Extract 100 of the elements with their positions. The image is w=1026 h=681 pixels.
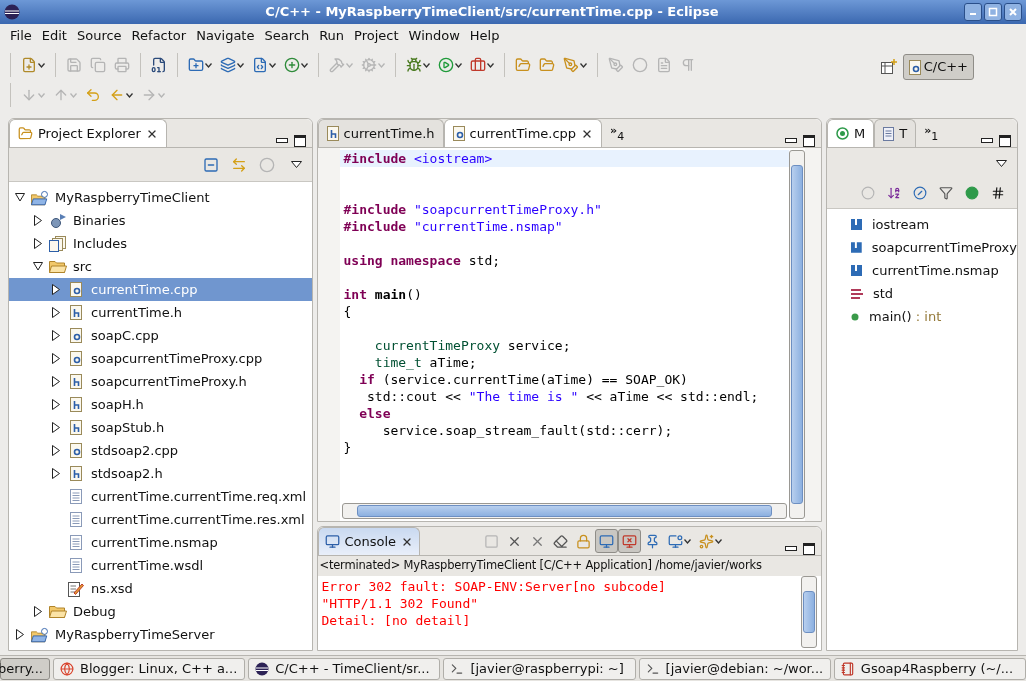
expand-arrow-icon[interactable] — [51, 399, 61, 410]
tree-item[interactable]: Debug — [9, 600, 312, 623]
outline-item[interactable]: currentTime.nsmap — [827, 259, 1017, 282]
outline-item[interactable]: main() : int — [827, 305, 1017, 328]
panel-tab[interactable]: Console — [317, 527, 421, 555]
menu-item[interactable]: Run — [315, 26, 349, 46]
binary-file-icon — [151, 57, 167, 73]
expand-arrow-icon[interactable] — [51, 353, 61, 364]
code-line: } — [343, 440, 352, 455]
monitor-icon — [667, 533, 683, 549]
expand-arrow-icon[interactable] — [51, 422, 61, 433]
circle-icon — [965, 186, 979, 200]
folder-open-icon — [539, 57, 555, 73]
taskbar-button[interactable]: [javier@debian: ~/wor... — [638, 657, 831, 680]
caret-icon — [487, 62, 494, 68]
code-line: if (service.currentTime(aTime) == SOAP_OK) — [358, 372, 688, 387]
tree-item[interactable]: ns.xsd — [9, 577, 312, 600]
tree-item[interactable]: soapH.h — [9, 393, 312, 416]
perspective-button[interactable]: C/C++ — [902, 54, 974, 80]
caret-icon — [683, 538, 691, 544]
maximize-icon[interactable] — [999, 135, 1011, 147]
tree-item[interactable]: currentTime.currentTime.res.xml — [9, 508, 312, 531]
expand-arrow-icon[interactable] — [33, 238, 43, 249]
expand-arrow-icon[interactable] — [51, 468, 61, 479]
tree-item[interactable]: src — [9, 255, 312, 278]
maximize-icon[interactable] — [803, 135, 815, 147]
minimize-window-button[interactable] — [964, 3, 982, 21]
taskbar-button[interactable]: C/C++ - TimeClient/sr... — [248, 657, 441, 680]
tree-item[interactable]: currentTime.wsdl — [9, 554, 312, 577]
maximize-icon[interactable] — [803, 543, 815, 555]
menu-item[interactable]: File — [6, 26, 36, 46]
expand-arrow-icon[interactable] — [33, 606, 43, 617]
file-code-icon — [252, 57, 268, 73]
panel-tab[interactable]: M — [827, 119, 875, 147]
view-menu-icon[interactable] — [996, 159, 1007, 167]
minimize-icon[interactable] — [785, 546, 797, 552]
menu-item[interactable]: Navigate — [192, 26, 259, 46]
panel-tab[interactable]: Project Explorer — [9, 119, 167, 147]
dot-icon — [851, 312, 859, 321]
tree-item[interactable]: MyRaspberryTimeClient — [9, 186, 312, 209]
panel-tab[interactable]: currentTime.cpp — [443, 119, 603, 147]
tree-item[interactable]: soapStub.h — [9, 416, 312, 439]
expand-arrow-icon[interactable] — [51, 330, 61, 341]
minimize-icon[interactable] — [981, 138, 993, 144]
more-tabs-button[interactable]: »1 — [916, 125, 947, 147]
outline-item[interactable]: iostream — [827, 213, 1017, 236]
close-window-button[interactable] — [1004, 3, 1022, 21]
circle-icon — [258, 156, 275, 173]
tree-item[interactable]: Binaries — [9, 209, 312, 232]
menu-item[interactable]: Project — [350, 26, 403, 46]
expand-arrow-icon[interactable] — [15, 629, 25, 640]
panel-tab[interactable]: T — [874, 119, 917, 147]
minimize-icon[interactable] — [785, 138, 797, 144]
text-file-icon — [70, 512, 82, 527]
tree-item[interactable]: Includes — [9, 232, 312, 255]
open-perspective-icon[interactable] — [880, 59, 897, 75]
taskbar-button[interactable]: Gsoap4Raspberry (~/... — [833, 657, 1026, 680]
tree-item[interactable]: soapC.cpp — [9, 324, 312, 347]
outline-item[interactable]: soapcurrentTimeProxy — [827, 236, 1017, 259]
h-file-icon — [70, 374, 82, 389]
terminal-icon — [645, 661, 660, 676]
minimize-icon[interactable] — [275, 138, 288, 144]
menu-item[interactable]: Source — [72, 26, 126, 46]
expand-arrow-icon[interactable] — [51, 284, 61, 295]
tree-item[interactable]: currentTime.h — [9, 301, 312, 324]
tree-item[interactable]: soapcurrentTimeProxy.h — [9, 370, 312, 393]
expand-arrow-icon[interactable] — [51, 445, 61, 456]
menu-item[interactable]: Search — [260, 26, 314, 46]
menu-item[interactable]: Help — [465, 26, 504, 46]
expand-arrow-icon[interactable] — [15, 192, 25, 203]
panel-tab[interactable]: currentTime.h — [317, 119, 444, 147]
maximize-window-button[interactable] — [984, 3, 1002, 21]
menu-item[interactable]: Refactor — [127, 26, 191, 46]
tree-item[interactable]: MyRaspberryTimeServer — [9, 623, 312, 646]
monitor-x-button[interactable] — [617, 529, 641, 553]
taskbar-button[interactable]: Blogger: Linux, C++ a... — [53, 657, 246, 680]
tree-item[interactable]: soapcurrentTimeProxy.cpp — [9, 347, 312, 370]
code-line: time_t aTime; — [373, 355, 477, 370]
more-tabs-button[interactable]: »4 — [602, 125, 633, 147]
tree-item[interactable]: stdsoap2.cpp — [9, 439, 312, 462]
tree-item[interactable]: stdsoap2.h — [9, 462, 312, 485]
tree-item[interactable]: currentTime.nsmap — [9, 531, 312, 554]
monitor-button[interactable] — [594, 529, 618, 553]
expand-arrow-icon[interactable] — [51, 376, 61, 387]
tree-item[interactable]: currentTime.currentTime.req.xml — [9, 485, 312, 508]
horizontal-scrollbar[interactable] — [341, 503, 787, 519]
menu-item[interactable]: Window — [404, 26, 464, 46]
maximize-icon[interactable] — [293, 135, 306, 147]
taskbar-button[interactable]: berry... — [0, 657, 50, 680]
expand-arrow-icon[interactable] — [51, 307, 61, 318]
outline-item[interactable]: std — [827, 282, 1017, 305]
expand-arrow-icon[interactable] — [33, 215, 43, 226]
vertical-scrollbar[interactable] — [801, 576, 817, 648]
h-file-icon — [70, 397, 82, 412]
taskbar-button[interactable]: [javier@raspberrypi: ~] — [443, 657, 636, 680]
code-editor[interactable] — [339, 148, 789, 521]
vertical-scrollbar[interactable] — [789, 150, 805, 519]
view-menu-icon[interactable] — [290, 161, 302, 168]
menu-item[interactable]: Edit — [37, 26, 71, 46]
expand-arrow-icon[interactable] — [33, 261, 43, 272]
